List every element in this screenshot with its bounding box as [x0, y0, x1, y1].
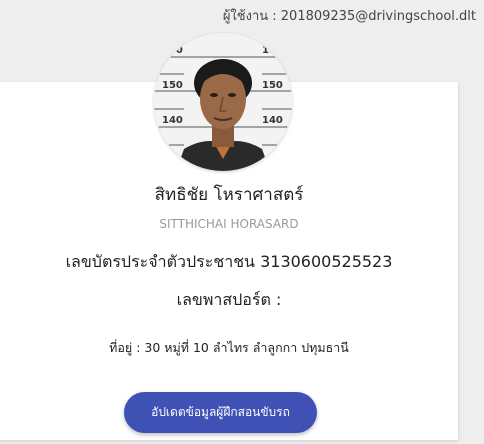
mugshot-mark: 140 [162, 115, 183, 126]
update-trainer-info-button[interactable]: อัปเดตข้อมูลผู้ฝึกสอนขับรถ [124, 392, 317, 433]
passport-number: เลขพาสปอร์ต : [176, 290, 282, 309]
current-user-label: ผู้ใช้งาน : 201809235@drivingschool.dlt [222, 9, 476, 24]
trainer-address: ที่อยู่ : 30 หมู่ที่ 10 ลำไทร ลำลูกกา ปท… [109, 340, 349, 355]
mugshot-mark: 160 [262, 45, 283, 56]
mugshot-mark: 150 [162, 80, 183, 91]
mugshot-mark: 160 [162, 45, 183, 56]
mugshot-mark: 140 [262, 115, 283, 126]
national-id-number: เลขบัตรประจำตัวประชาชน 3130600525523 [65, 252, 393, 271]
trainer-name-english: SITTHICHAI HORASARD [159, 217, 299, 231]
profile-avatar: 160 150 140 160 150 140 [154, 33, 292, 171]
trainer-name-thai: สิทธิชัย โหราศาสตร์ [154, 185, 304, 205]
mugshot-mark: 150 [262, 80, 283, 91]
